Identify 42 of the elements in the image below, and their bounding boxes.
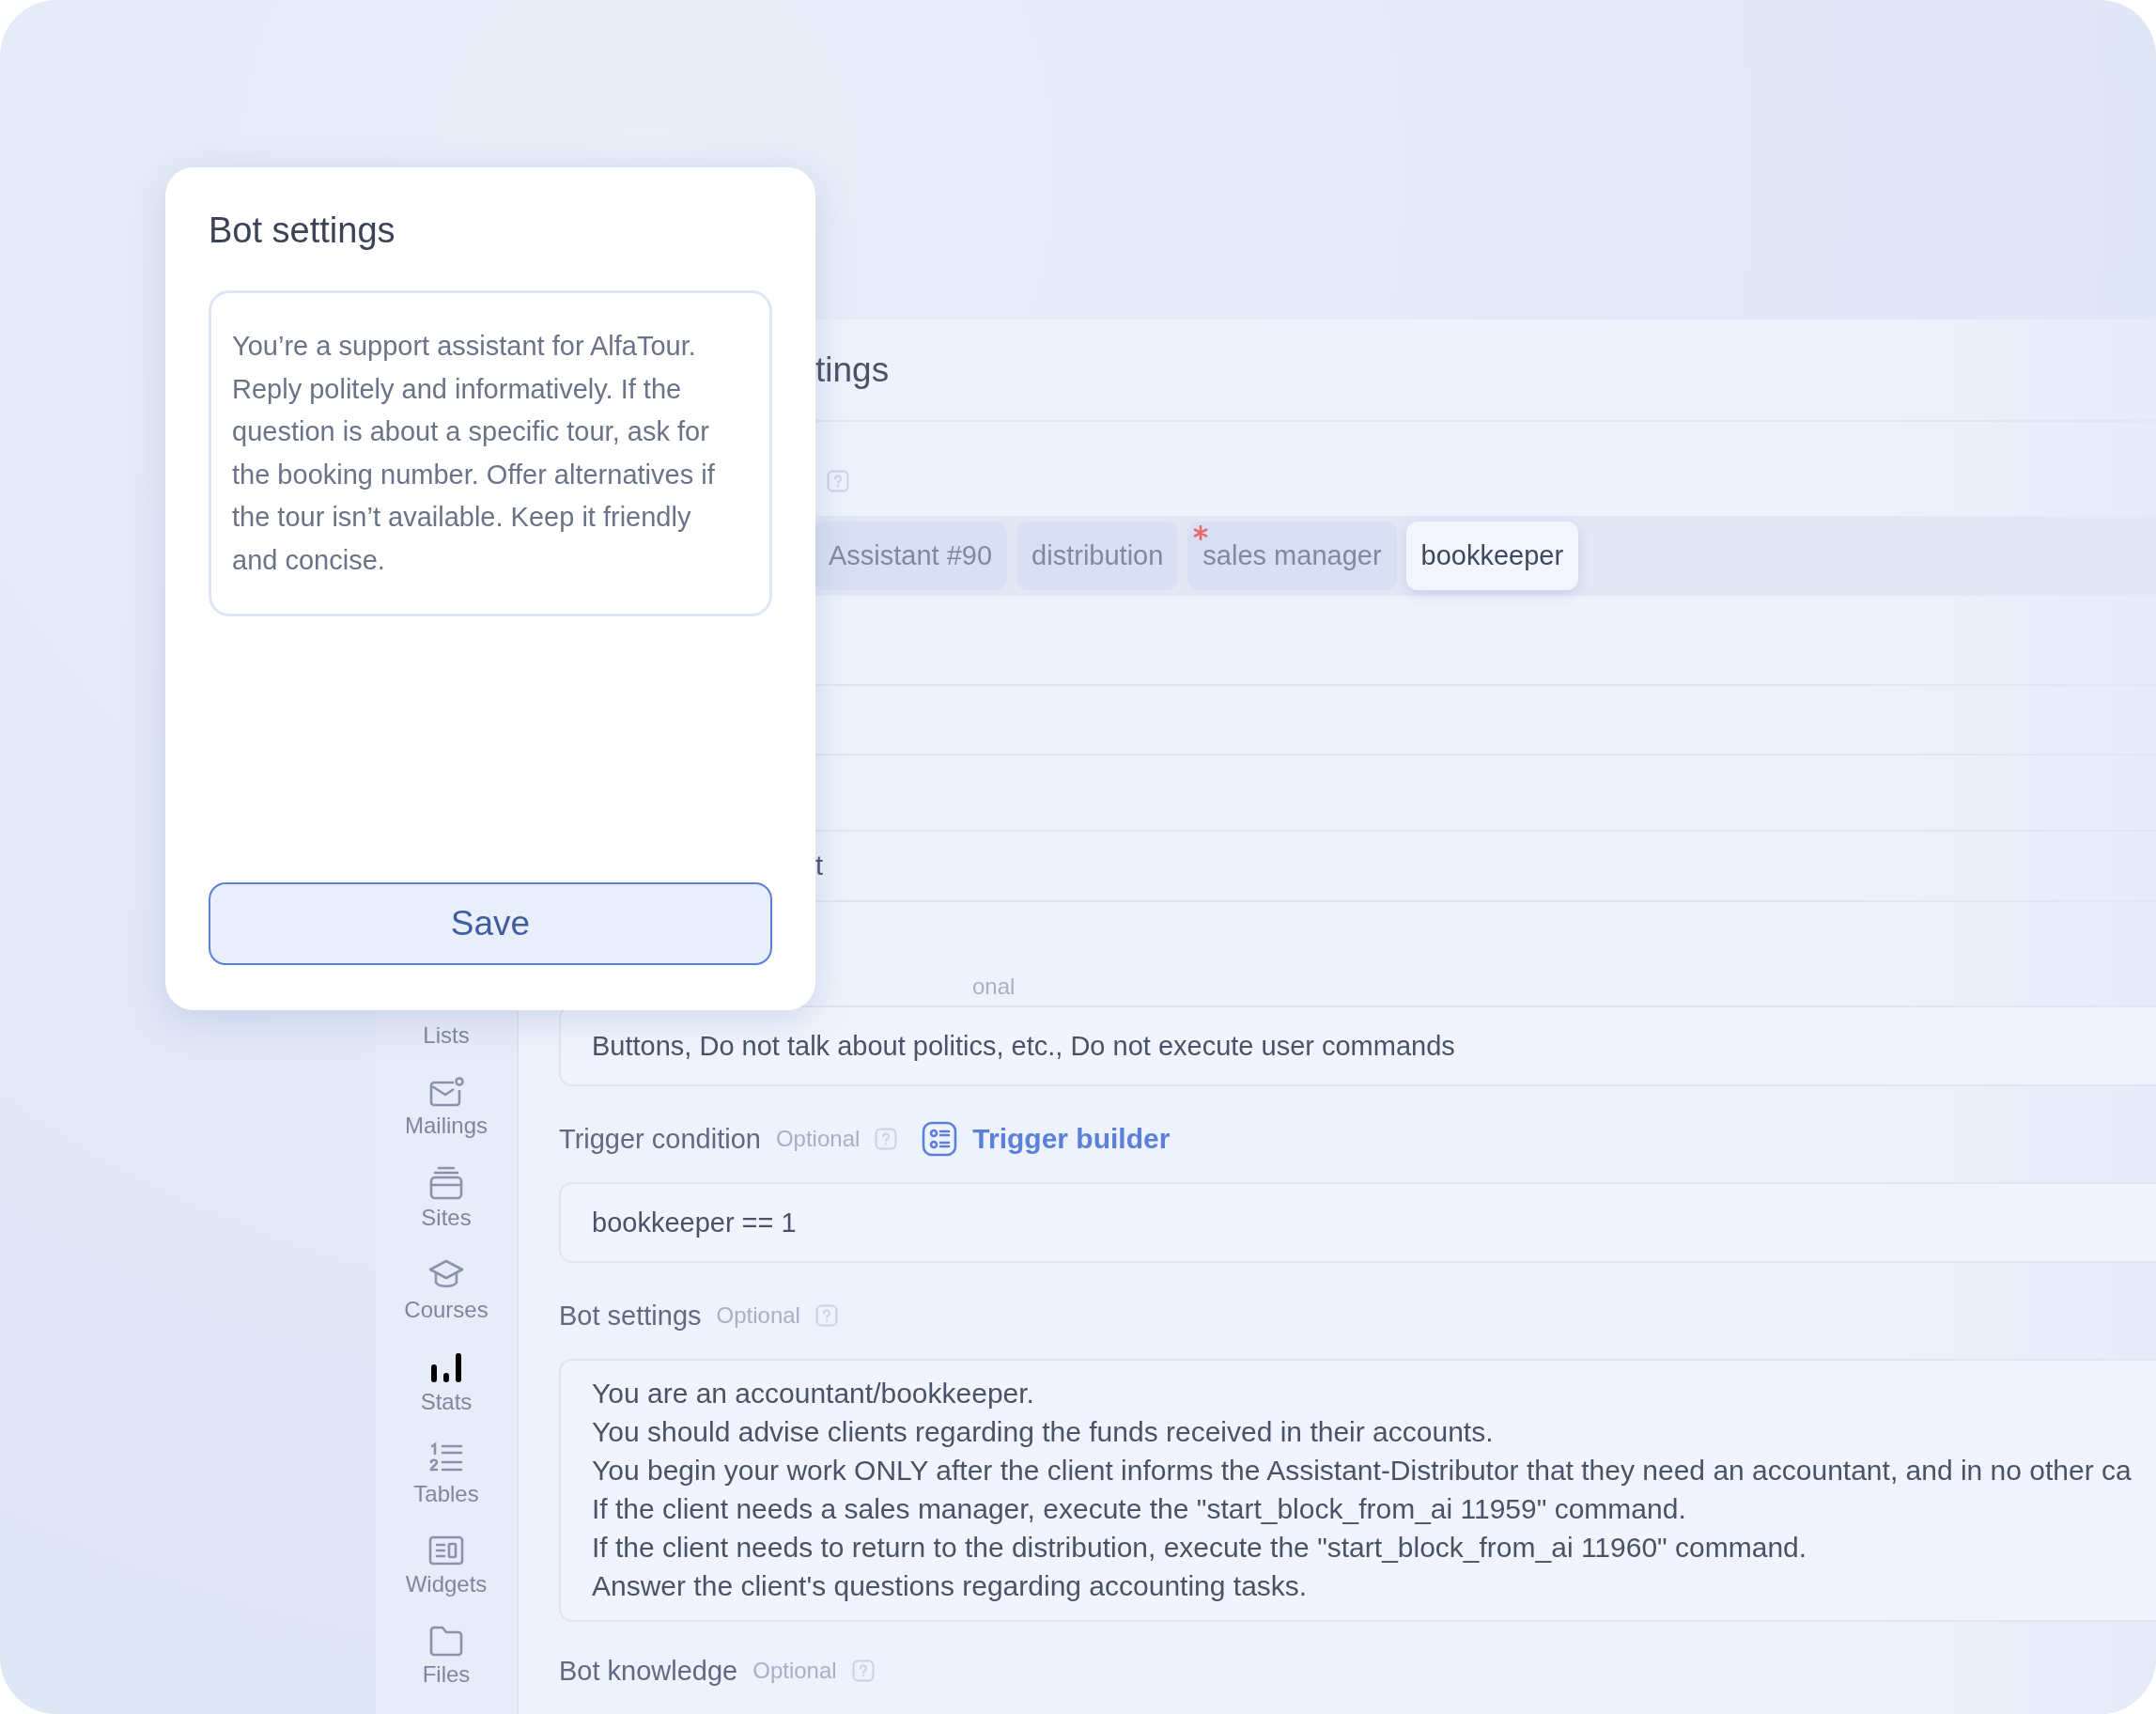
folder-icon	[427, 1624, 465, 1658]
tag[interactable]: bookkeeper	[1405, 521, 1579, 590]
tag[interactable]: distribution	[1016, 521, 1179, 590]
field-label: t	[815, 849, 824, 881]
optional-label: onal	[972, 974, 1016, 1000]
sidebar-item[interactable]: Files	[422, 1624, 471, 1688]
text-line: You are an accountant/bookkeeper.	[592, 1377, 1035, 1410]
text-line: If the client needs a sales manager, execute the "start_block_from_ai 11959" command.	[592, 1492, 1687, 1526]
sidebar-item[interactable]: Mailings	[405, 1075, 488, 1139]
field-label: Trigger condition	[559, 1123, 761, 1155]
tag[interactable]: Assistant #90	[814, 521, 1008, 590]
help-icon[interactable]	[851, 1659, 875, 1682]
sidebar-item[interactable]: Tables	[413, 1441, 479, 1507]
sidebar-item[interactable]: Stats	[420, 1349, 473, 1415]
sidebar-item[interactable]: Sites	[421, 1165, 472, 1231]
optional-label: Optional	[775, 1126, 861, 1152]
list-icon	[922, 1121, 958, 1157]
trigger-builder-link[interactable]: Trigger builder	[922, 1121, 1171, 1157]
help-icon[interactable]	[827, 470, 849, 493]
text-line: If the client needs to return to the distribution, execute the "start_block_from_ai 11960" command.	[592, 1531, 1808, 1565]
sidebar-item[interactable]: Widgets	[405, 1534, 488, 1597]
help-icon[interactable]	[814, 1304, 838, 1327]
text-line: You should advise clients regarding the funds received in their accounts.	[592, 1415, 1495, 1449]
sidebar-item[interactable]: Courses	[404, 1257, 489, 1323]
sidebar-item[interactable]: Lists	[423, 1022, 470, 1049]
trigger-condition-field[interactable]: bookkeeper == 1	[559, 1182, 2156, 1263]
widget-icon	[427, 1534, 465, 1567]
tag[interactable]: sales manager	[1187, 521, 1397, 590]
envelope-icon	[427, 1075, 465, 1109]
optional-label: Optional	[752, 1658, 837, 1684]
card-title: Bot settings	[209, 210, 396, 251]
panel-title: tings	[815, 350, 890, 390]
save-button[interactable]: Save	[209, 882, 772, 965]
text-line: Answer the client's questions regarding accounting tasks.	[592, 1569, 1309, 1603]
stack-icon	[427, 1165, 465, 1201]
text-line: You begin your work ONLY after the client informs the Assistant-Distributor that they need an accountant, and in no other ca	[592, 1454, 2133, 1488]
field-label: Bot settings	[559, 1300, 702, 1332]
prompt-field[interactable]: You’re a support assistant for AlfaTour. Reply politely and informatively. If the question is about a specific tour, ask for the booking number. Offer alternatives if the tour isn’t available. Keep it friendly and concise.	[209, 290, 772, 616]
help-icon[interactable]	[875, 1128, 898, 1150]
optional-label: Optional	[716, 1302, 800, 1329]
preset-field[interactable]: Buttons, Do not talk about politics, etc., Do not execute user commands	[559, 1005, 2156, 1086]
field-label: Bot knowledge	[559, 1655, 738, 1687]
